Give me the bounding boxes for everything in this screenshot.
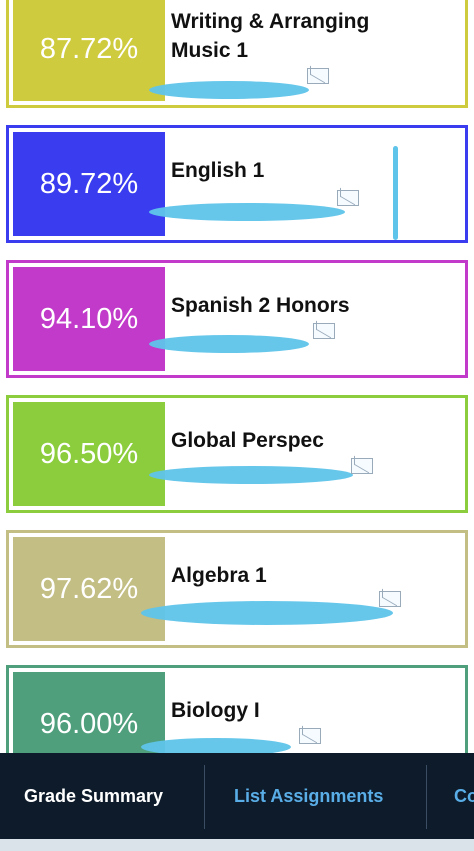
course-card-spanish[interactable]: 94.10% Spanish 2 Honors <box>6 260 468 378</box>
mail-icon[interactable] <box>351 458 373 474</box>
course-grade: 96.50% <box>13 402 165 506</box>
course-grade: 87.72% <box>13 0 165 101</box>
bottom-tab-bar: Grade Summary List Assignments Co <box>0 753 474 851</box>
tab-grade-summary[interactable]: Grade Summary <box>24 753 163 839</box>
course-name: Spanish 2 Honors <box>171 294 350 317</box>
mail-icon[interactable] <box>307 68 329 84</box>
mail-icon[interactable] <box>337 190 359 206</box>
teacher-name-redacted <box>149 203 345 221</box>
teacher-name-redacted <box>141 601 393 625</box>
mail-icon[interactable] <box>299 728 321 744</box>
course-grade: 94.10% <box>13 267 165 371</box>
tab-list-assignments[interactable]: List Assignments <box>234 753 383 839</box>
course-name: Algebra 1 <box>171 564 267 587</box>
tab-divider <box>426 765 427 829</box>
tab-divider <box>204 765 205 829</box>
teacher-name-redacted <box>149 81 309 99</box>
mail-icon[interactable] <box>313 323 335 339</box>
teacher-name-redacted <box>149 335 309 353</box>
course-name: English 1 <box>171 159 265 182</box>
mail-icon[interactable] <box>379 591 401 607</box>
tab-co[interactable]: Co <box>454 753 474 839</box>
teacher-name-redacted <box>149 466 353 484</box>
course-name: Biology I <box>171 699 260 722</box>
course-card-global[interactable]: 96.50% Global Perspec <box>6 395 468 513</box>
course-name: Writing & Arranging Music 1 <box>171 10 370 62</box>
course-card-english[interactable]: 89.72% English 1 <box>6 125 468 243</box>
course-grade: 97.62% <box>13 537 165 641</box>
redaction-mark <box>393 146 398 240</box>
bottom-strip <box>0 839 474 851</box>
course-name: Global Perspec <box>171 429 324 452</box>
course-card-writing[interactable]: 87.72% Writing & Arranging Music 1 <box>6 0 468 108</box>
course-card-algebra[interactable]: 97.62% Algebra 1 <box>6 530 468 648</box>
course-grade: 89.72% <box>13 132 165 236</box>
